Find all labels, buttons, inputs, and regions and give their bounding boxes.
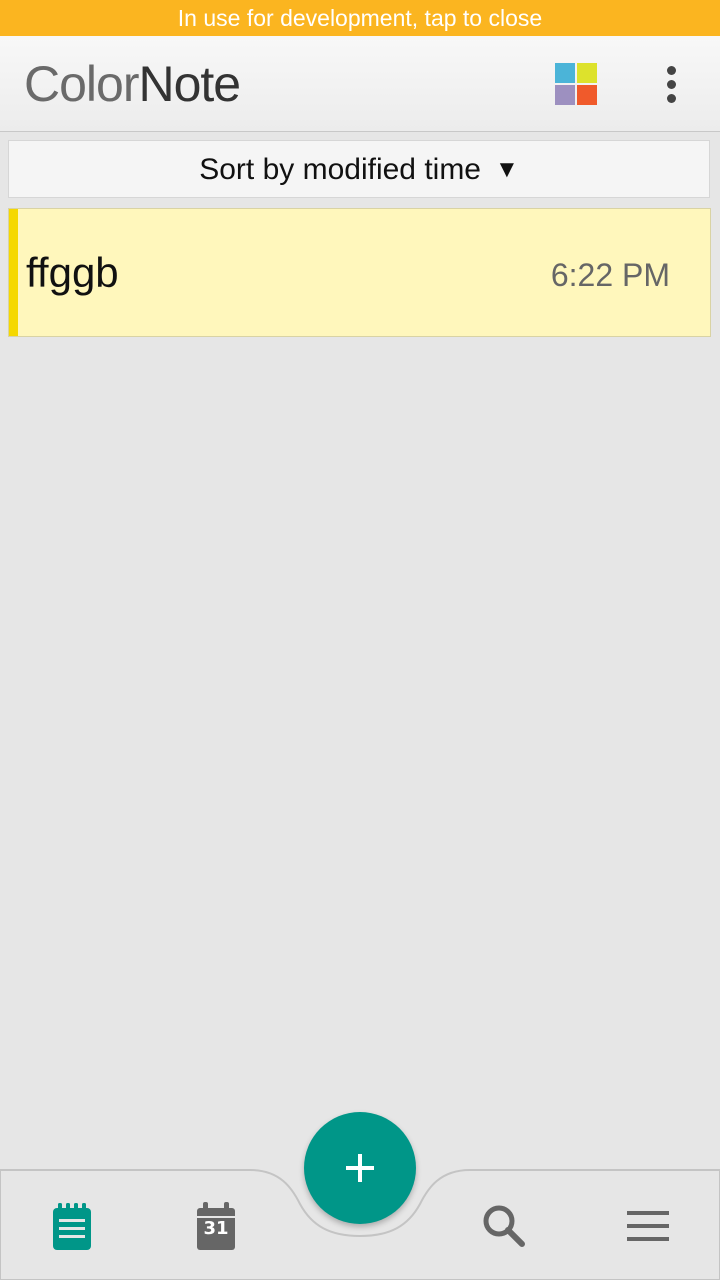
color-square: [555, 63, 575, 83]
notes-icon: [53, 1203, 91, 1250]
dropdown-arrow-icon: ▼: [495, 156, 519, 183]
sort-dropdown[interactable]: Sort by modified time ▼: [8, 140, 710, 198]
calendar-tab[interactable]: 31: [186, 1196, 246, 1256]
logo-text-color: Color: [24, 56, 139, 112]
note-title: ffggb: [26, 249, 119, 296]
add-note-button[interactable]: [304, 1112, 416, 1224]
app-bar: ColorNote: [0, 36, 720, 132]
search-icon: [483, 1205, 525, 1247]
sort-label: Sort by modified time: [199, 153, 481, 186]
note-color-strip: [9, 209, 18, 336]
notes-tab[interactable]: [42, 1196, 102, 1256]
color-square: [555, 85, 575, 105]
colornote-logo: ColorNote: [24, 56, 241, 112]
color-square: [577, 63, 597, 83]
plus-icon: [346, 1154, 374, 1182]
menu-tab[interactable]: [618, 1196, 678, 1256]
color-filter-icon[interactable]: [555, 63, 597, 105]
development-banner[interactable]: In use for development, tap to close: [0, 0, 720, 36]
search-tab[interactable]: [474, 1196, 534, 1256]
logo-text-note: Note: [138, 56, 241, 112]
color-square: [577, 85, 597, 105]
menu-icon: [627, 1211, 669, 1241]
colornote-screen: In use for development, tap to close Col…: [0, 0, 720, 1280]
more-vert-icon[interactable]: [648, 56, 696, 112]
note-time: 6:22 PM: [550, 257, 670, 293]
calendar-day: 31: [203, 1218, 229, 1239]
note-list-item[interactable]: ffggb 6:22 PM: [8, 208, 711, 337]
